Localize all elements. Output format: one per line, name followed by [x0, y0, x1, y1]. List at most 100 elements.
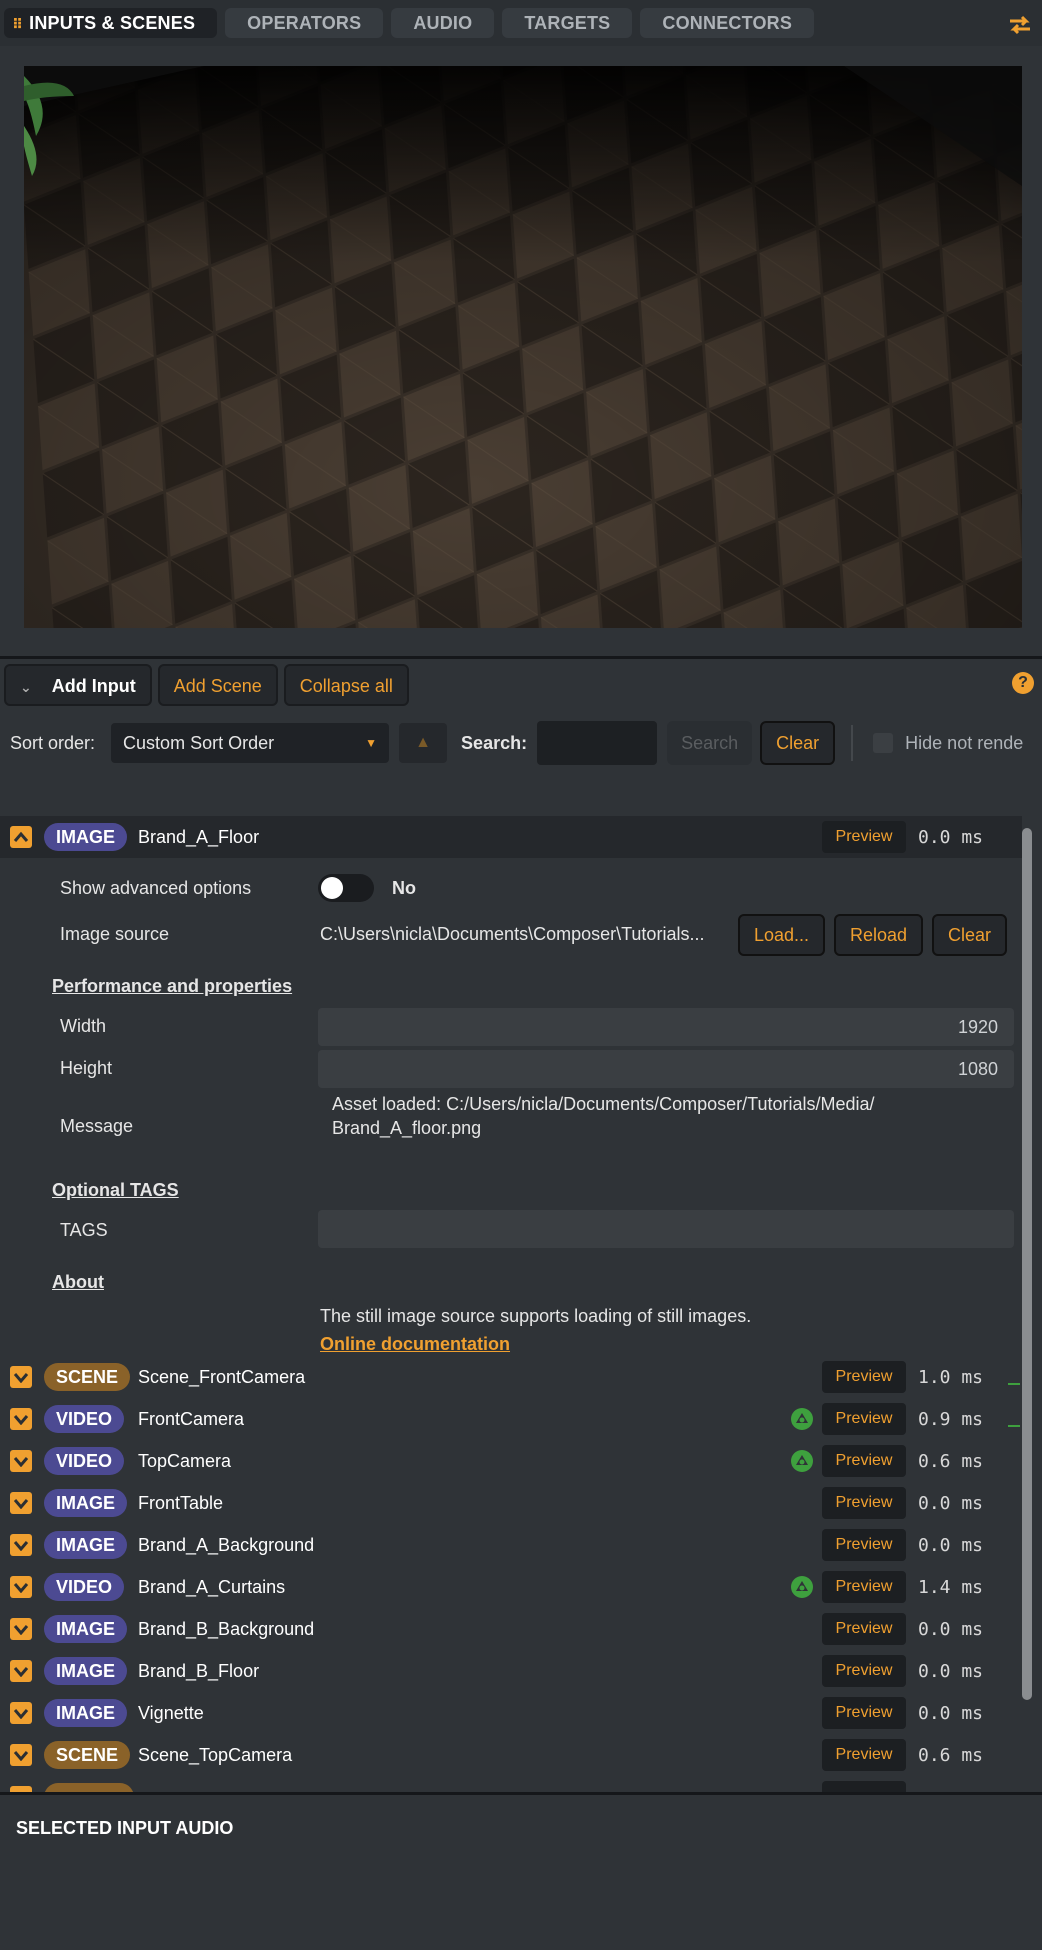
activity-indicator	[1008, 1425, 1020, 1427]
expand-toggle[interactable]	[10, 1492, 32, 1514]
message-text: Asset loaded: C:/Users/nicla/Documents/C…	[332, 1092, 875, 1140]
type-badge: IMAGE	[44, 1489, 128, 1517]
sort-order-select[interactable]: Custom Sort Order ▼	[111, 723, 390, 763]
tab-targets[interactable]: TARGETS	[502, 8, 633, 38]
clear-source-button[interactable]: Clear	[932, 914, 1008, 956]
preview-button[interactable]: Preview	[822, 1613, 906, 1645]
clear-search-button[interactable]: Clear	[760, 721, 836, 765]
expand-toggle[interactable]	[10, 1450, 32, 1472]
tab-audio[interactable]: AUDIO	[391, 8, 495, 38]
scene-preview	[24, 66, 1022, 628]
preview-button[interactable]	[822, 1781, 906, 1792]
preview-button[interactable]: Preview	[822, 1487, 906, 1519]
caret-down-icon: ▼	[365, 736, 378, 750]
tab-bar: ⠿ INPUTS & SCENES OPERATORS AUDIO TARGETS…	[0, 0, 1042, 46]
expand-toggle[interactable]	[10, 1744, 32, 1766]
search-button[interactable]: Search	[667, 721, 753, 765]
tags-section-title: Optional TAGS	[52, 1180, 179, 1200]
tab-operators[interactable]: OPERATORS	[225, 8, 384, 38]
input-row-partial[interactable]	[0, 1776, 1022, 1792]
advanced-options-value: No	[392, 878, 416, 898]
expand-toggle[interactable]	[10, 1660, 32, 1682]
expand-toggle[interactable]	[10, 1408, 32, 1430]
preview-button[interactable]: Preview	[822, 1697, 906, 1729]
expand-toggle[interactable]	[10, 1576, 32, 1598]
chevron-down-icon	[13, 1667, 29, 1677]
tab-connectors[interactable]: CONNECTORS	[640, 8, 815, 38]
render-time: 0.0 ms	[918, 1492, 984, 1514]
type-badge: VIDEO	[44, 1405, 125, 1433]
tags-field[interactable]	[318, 1210, 1014, 1248]
add-scene-button[interactable]: Add Scene	[157, 664, 278, 706]
message-line: Brand_A_floor.png	[332, 1118, 482, 1138]
advanced-options-toggle[interactable]	[318, 874, 374, 902]
input-name: Brand_B_Background	[138, 1618, 315, 1639]
swap-arrows-icon[interactable]	[1008, 14, 1032, 36]
load-button[interactable]: Load...	[738, 914, 826, 956]
expand-toggle[interactable]	[10, 1702, 32, 1724]
collapse-all-button[interactable]: Collapse all	[283, 664, 409, 706]
render-time: 0.6 ms	[918, 1450, 984, 1472]
height-field[interactable]: 1080	[318, 1050, 1014, 1088]
image-source-label: Image source	[60, 924, 170, 944]
input-row[interactable]: SCENE Scene_FrontCamera Preview 1.0 ms	[0, 1356, 1022, 1398]
input-name: Brand_B_Floor	[138, 1660, 260, 1681]
input-row[interactable]: IMAGE Brand_B_Floor Preview 0.0 ms	[0, 1650, 1022, 1692]
input-list: IMAGE Brand_A_Floor Preview 0.0 ms Show …	[0, 816, 1042, 1792]
expand-toggle[interactable]	[10, 1366, 32, 1388]
input-row[interactable]: IMAGE FrontTable Preview 0.0 ms	[0, 1482, 1022, 1524]
chevron-down-icon	[13, 1415, 29, 1425]
chevron-down-icon	[13, 1457, 29, 1467]
message-label: Message	[60, 1116, 134, 1136]
input-row[interactable]: VIDEO Brand_A_Curtains Preview 1.4 ms	[0, 1566, 1022, 1608]
type-badge: IMAGE	[44, 1615, 128, 1643]
input-name: Brand_A_Curtains	[138, 1576, 286, 1597]
chevron-down-icon	[13, 1751, 29, 1761]
add-input-label: Add Input	[51, 676, 136, 696]
preview-button[interactable]: Preview	[822, 1529, 906, 1561]
preview-button[interactable]: Preview	[822, 1403, 906, 1435]
preview-button[interactable]: Preview	[822, 1361, 906, 1393]
chevron-down-icon	[13, 1541, 29, 1551]
list-scrollbar[interactable]	[1022, 828, 1032, 1700]
render-time: 1.4 ms	[918, 1576, 984, 1598]
reload-button[interactable]: Reload	[834, 914, 924, 956]
input-row[interactable]: SCENE Scene_TopCamera Preview 0.6 ms	[0, 1734, 1022, 1776]
online-documentation-link[interactable]: Online documentation	[320, 1334, 510, 1355]
input-name: Brand_A_Floor	[138, 826, 260, 847]
add-input-button[interactable]: ⌄ Add Input	[4, 664, 152, 706]
sort-order-label: Sort order:	[10, 732, 96, 753]
type-badge: IMAGE	[44, 823, 128, 851]
type-badge: VIDEO	[44, 1573, 125, 1601]
input-row[interactable]: VIDEO TopCamera Preview 0.6 ms	[0, 1440, 1022, 1482]
tab-label: OPERATORS	[247, 13, 362, 33]
input-row[interactable]: IMAGE Vignette Preview 0.0 ms	[0, 1692, 1022, 1734]
chevron-down-icon	[13, 1709, 29, 1719]
type-badge: IMAGE	[44, 1531, 128, 1559]
width-label: Width	[60, 1016, 107, 1036]
sort-direction-button[interactable]: ▲	[399, 723, 448, 763]
search-input[interactable]	[537, 721, 658, 765]
expand-toggle[interactable]	[10, 1618, 32, 1640]
tab-inputs-scenes[interactable]: ⠿ INPUTS & SCENES	[4, 8, 218, 38]
preview-button[interactable]: Preview	[822, 1571, 906, 1603]
preview-button[interactable]: Preview	[822, 1739, 906, 1771]
input-row[interactable]: IMAGE Brand_B_Background Preview 0.0 ms	[0, 1608, 1022, 1650]
tab-label: INPUTS & SCENES	[29, 13, 196, 33]
expand-toggle[interactable]	[10, 1534, 32, 1556]
hide-not-rendered-checkbox[interactable]	[873, 733, 894, 753]
collapse-toggle[interactable]	[10, 826, 32, 848]
preview-button[interactable]: Preview	[822, 1445, 906, 1477]
preview-button[interactable]: Preview	[822, 821, 906, 853]
preview-button[interactable]: Preview	[822, 1655, 906, 1687]
width-field[interactable]: 1920	[318, 1008, 1014, 1046]
drag-grip-icon: ⠿	[12, 16, 24, 32]
help-icon[interactable]: ?	[1012, 672, 1034, 694]
input-name: Scene_FrontCamera	[138, 1366, 306, 1387]
input-row[interactable]: VIDEO FrontCamera Preview 0.9 ms	[0, 1398, 1022, 1440]
render-time: 0.0 ms	[918, 1660, 984, 1682]
input-row-brand-a-floor[interactable]: IMAGE Brand_A_Floor Preview 0.0 ms	[0, 816, 1022, 858]
selected-input-audio-title: SELECTED INPUT AUDIO	[16, 1818, 234, 1838]
input-row[interactable]: IMAGE Brand_A_Background Preview 0.0 ms	[0, 1524, 1022, 1566]
input-name: TopCamera	[138, 1450, 232, 1471]
